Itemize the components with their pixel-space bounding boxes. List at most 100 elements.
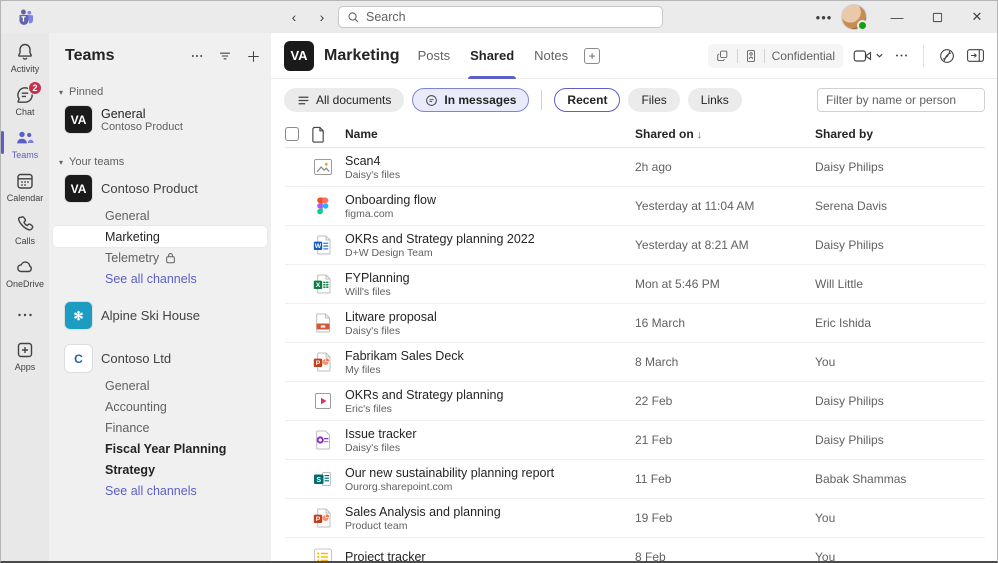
- meet-button[interactable]: [853, 48, 884, 64]
- excel-icon: X: [311, 272, 335, 296]
- channel-item-general[interactable]: General: [53, 205, 267, 226]
- table-filter-input[interactable]: [817, 88, 985, 112]
- avatar[interactable]: [841, 4, 867, 30]
- rail-item-calls[interactable]: Calls: [1, 209, 49, 252]
- add-tab-button[interactable]: +: [584, 48, 600, 64]
- channel-item-strategy[interactable]: Strategy: [53, 459, 267, 480]
- svg-text:P: P: [316, 360, 321, 367]
- app-rail: Activity2Chat Teams CalendarCallsOneDrive A…: [1, 33, 49, 561]
- sidebar-filter-icon[interactable]: [218, 49, 232, 63]
- search-input[interactable]: [366, 10, 654, 24]
- rail-item-calendar[interactable]: Calendar: [1, 166, 49, 209]
- shared-by-value: Eric Ishida: [815, 316, 985, 330]
- channel-item-accounting[interactable]: Accounting: [53, 396, 267, 417]
- header-more-icon[interactable]: [894, 48, 909, 63]
- filter-pill-links[interactable]: Links: [688, 88, 742, 112]
- back-button[interactable]: ‹: [284, 7, 304, 27]
- table-row[interactable]: Scan4Daisy's files2h agoDaisy Philips: [285, 148, 985, 187]
- powerpoint-icon: P: [311, 350, 335, 374]
- sensitivity-badge[interactable]: Confidential: [708, 44, 843, 68]
- filter-bar: All documents In messages Recent Files Links: [271, 79, 997, 121]
- open-pane-icon[interactable]: [966, 48, 985, 63]
- row-icon-cell: [311, 311, 345, 335]
- team-item-contoso-ltd[interactable]: CContoso Ltd: [49, 342, 271, 375]
- sidebar-more-icon[interactable]: [190, 49, 204, 63]
- dots-icon: [15, 305, 35, 325]
- select-all-checkbox[interactable]: [285, 127, 299, 141]
- table-row[interactable]: Litware proposalDaisy's files16 MarchEri…: [285, 304, 985, 343]
- cloud-icon: [15, 257, 35, 277]
- channel-item-general[interactable]: General: [53, 375, 267, 396]
- copy-link-icon: [716, 49, 730, 63]
- shared-on-value: 16 March: [635, 316, 815, 330]
- rail-item-chat[interactable]: 2Chat: [1, 80, 49, 123]
- file-name: Onboarding flow: [345, 193, 635, 207]
- table-row[interactable]: PFabrikam Sales DeckMy files8 MarchYou: [285, 343, 985, 382]
- file-location: My files: [345, 364, 635, 376]
- rail-item-teams[interactable]: Teams: [1, 123, 49, 166]
- forward-button[interactable]: ›: [312, 7, 332, 27]
- channel-item-finance[interactable]: Finance: [53, 417, 267, 438]
- rail-item-label: Teams: [12, 150, 39, 160]
- channel-item-fiscal-year-planning[interactable]: Fiscal Year Planning: [53, 438, 267, 459]
- rail-item-activity[interactable]: Activity: [1, 37, 49, 80]
- minimize-button[interactable]: —: [877, 1, 917, 33]
- table-row[interactable]: PSales Analysis and planningProduct team…: [285, 499, 985, 538]
- filter-button-all-documents[interactable]: All documents: [284, 88, 404, 112]
- team-avatar: ✻: [65, 302, 92, 329]
- search-box[interactable]: [338, 6, 663, 28]
- pinned-section-header[interactable]: ▾Pinned: [49, 79, 271, 102]
- channel-item-marketing[interactable]: Marketing: [53, 226, 267, 247]
- see-all-channels-link[interactable]: See all channels: [53, 268, 267, 289]
- section-caret-icon: ▾: [59, 88, 63, 97]
- file-location: Daisy's files: [345, 325, 635, 337]
- column-header-name[interactable]: Name: [345, 127, 635, 141]
- row-icon-cell: P: [311, 350, 345, 374]
- copilot-icon[interactable]: [938, 47, 956, 65]
- close-button[interactable]: ✕: [957, 1, 997, 33]
- row-icon-cell: W: [311, 233, 345, 257]
- table-row[interactable]: Issue trackerDaisy's files21 FebDaisy Ph…: [285, 421, 985, 460]
- row-icon-cell: S: [311, 467, 345, 491]
- rail-item-apps[interactable]: Apps: [1, 335, 49, 378]
- tab-posts[interactable]: Posts: [418, 33, 451, 79]
- filter-button-label: All documents: [316, 93, 391, 107]
- table-row[interactable]: XFYPlanningWill's filesMon at 5:46 PMWil…: [285, 265, 985, 304]
- team-item-alpine-ski-house[interactable]: ✻Alpine Ski House: [49, 299, 271, 332]
- table-header: Name Shared on↓ Shared by: [285, 121, 985, 148]
- row-name-cell: FYPlanningWill's files: [345, 271, 635, 298]
- maximize-button[interactable]: [917, 1, 957, 33]
- column-header-shared-by[interactable]: Shared by: [815, 127, 985, 141]
- tab-shared[interactable]: Shared: [470, 33, 514, 79]
- filter-pill-files[interactable]: Files: [628, 88, 679, 112]
- pinned-channel-item[interactable]: VAGeneralContoso Product: [49, 102, 271, 139]
- file-name: OKRs and Strategy planning: [345, 388, 635, 402]
- sidebar-add-icon[interactable]: [246, 49, 261, 64]
- table-row[interactable]: Project tracker8 FebYou: [285, 538, 985, 561]
- row-name-cell: OKRs and Strategy planningEric's files: [345, 388, 635, 415]
- phone-icon: [15, 214, 35, 234]
- team-item-contoso-product[interactable]: VAContoso Product: [49, 172, 271, 205]
- see-all-channels-link[interactable]: See all channels: [53, 480, 267, 501]
- team-name: Contoso Product: [101, 181, 198, 196]
- file-name: Fabrikam Sales Deck: [345, 349, 635, 363]
- row-icon-cell: [311, 545, 345, 561]
- file-type-column-icon[interactable]: [311, 126, 345, 143]
- table-row[interactable]: WOKRs and Strategy planning 2022D+W Desi…: [285, 226, 985, 265]
- tab-notes[interactable]: Notes: [534, 33, 568, 79]
- file-location: Eric's files: [345, 403, 635, 415]
- table-row[interactable]: SOur new sustainability planning reportO…: [285, 460, 985, 499]
- filter-pill-recent[interactable]: Recent: [554, 88, 620, 112]
- table-row[interactable]: Onboarding flowfigma.comYesterday at 11:…: [285, 187, 985, 226]
- your-teams-section-header[interactable]: ▾Your teams: [49, 149, 271, 172]
- column-header-shared-on[interactable]: Shared on↓: [635, 127, 815, 141]
- channel-item-telemetry[interactable]: Telemetry: [53, 247, 267, 268]
- table-row[interactable]: OKRs and Strategy planningEric's files22…: [285, 382, 985, 421]
- channel-label: Finance: [105, 421, 149, 435]
- filter-button-in-messages[interactable]: In messages: [412, 88, 529, 112]
- shared-on-value: 21 Feb: [635, 433, 815, 447]
- rail-item-onedrive[interactable]: OneDrive: [1, 252, 49, 295]
- rail-item-more[interactable]: [1, 295, 49, 335]
- people-icon: [15, 128, 35, 148]
- titlebar-more-icon[interactable]: •••: [807, 10, 841, 25]
